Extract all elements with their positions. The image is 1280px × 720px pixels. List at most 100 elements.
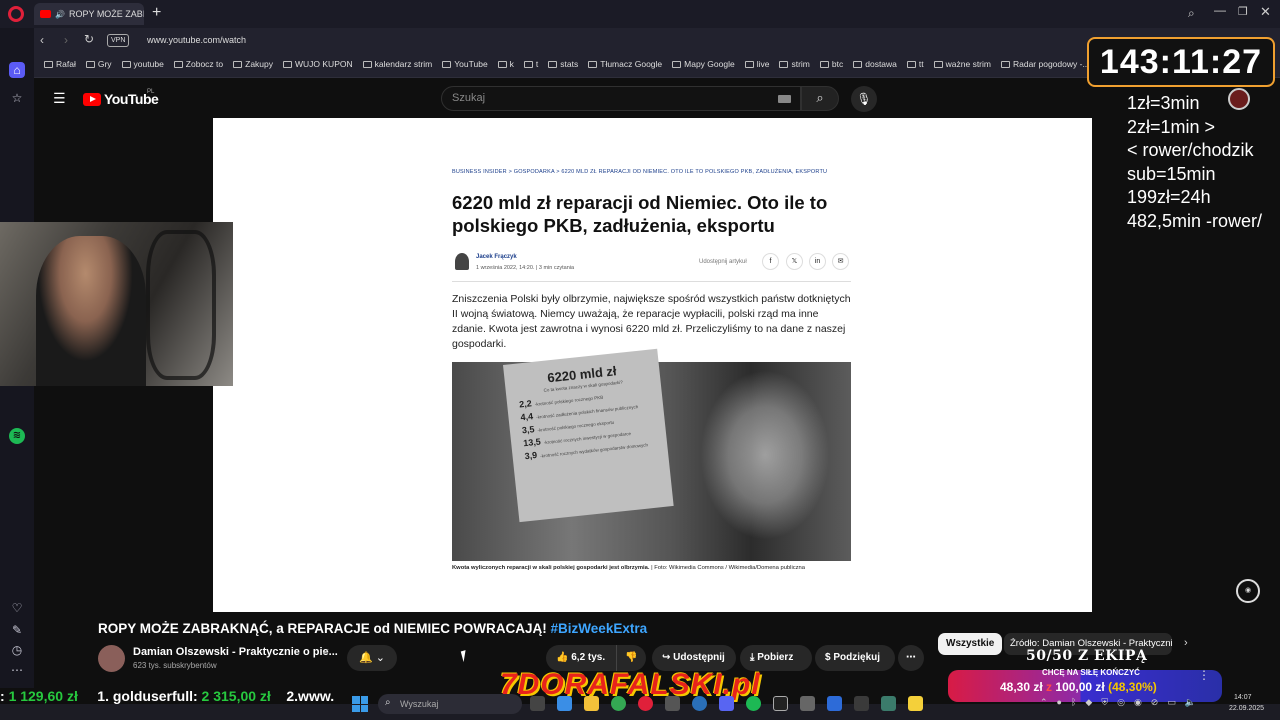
- tray-app-icon[interactable]: ●: [1057, 697, 1062, 708]
- task-view-icon[interactable]: [530, 696, 545, 711]
- article-infocard: 6220 mld zł Co ta kwota znaczy w skali g…: [503, 348, 674, 523]
- opera-taskbar-icon[interactable]: [638, 696, 653, 711]
- bookmark-label: ważne strim: [945, 59, 991, 69]
- bookmark-item[interactable]: stats: [548, 59, 578, 69]
- bookmark-item[interactable]: dostawa: [853, 59, 897, 69]
- windows-start-icon[interactable]: [352, 696, 368, 712]
- heart-icon[interactable]: ♡: [9, 600, 25, 616]
- bookmark-star-icon[interactable]: ☆: [9, 90, 25, 106]
- bookmark-item[interactable]: Tłumacz Google: [588, 59, 662, 69]
- bookmark-item[interactable]: live: [744, 59, 769, 69]
- calculator-icon[interactable]: [800, 696, 815, 711]
- clock-date[interactable]: 22.09.2025: [1229, 705, 1264, 712]
- video-hashtag[interactable]: #BizWeekExtra: [551, 621, 648, 636]
- keyboard-icon[interactable]: [778, 95, 791, 103]
- app-icon-1[interactable]: [557, 696, 572, 711]
- home-icon[interactable]: ⌂: [9, 62, 25, 78]
- infocard-number: 2,2: [518, 398, 533, 410]
- bookmark-item[interactable]: kalendarz strim: [362, 59, 432, 69]
- vpn-badge[interactable]: VPN: [107, 34, 130, 47]
- channel-avatar[interactable]: [98, 645, 125, 672]
- bookmark-item[interactable]: t: [523, 59, 538, 69]
- maximize-window-icon[interactable]: ❐: [1238, 5, 1248, 18]
- more-actions-button[interactable]: ⋯: [898, 645, 924, 671]
- article-author: Jacek Frączyk: [476, 254, 517, 260]
- bookmark-item[interactable]: btc: [819, 59, 843, 69]
- audio-icon[interactable]: 🔊: [55, 10, 65, 19]
- discord-icon[interactable]: [719, 696, 734, 711]
- minimize-window-icon[interactable]: —: [1214, 3, 1226, 17]
- search-input[interactable]: Szukaj: [441, 86, 801, 111]
- chrome-icon[interactable]: [611, 696, 626, 711]
- app-icon-3[interactable]: [692, 696, 707, 711]
- bookmark-item[interactable]: youtube: [121, 59, 164, 69]
- app-icon-6[interactable]: [854, 696, 869, 711]
- video-title: ROPY MOŻE ZABRAKNĄĆ, a REPARACJE od NIEM…: [98, 621, 647, 636]
- file-explorer-icon[interactable]: [584, 696, 599, 711]
- bookmark-item[interactable]: Radar pogodowy -...: [1000, 59, 1090, 69]
- bookmark-item[interactable]: Gry: [85, 59, 112, 69]
- tray-app-icon-3[interactable]: ◉: [1134, 697, 1142, 708]
- app-icon-7[interactable]: [881, 696, 896, 711]
- thanks-button[interactable]: $ Podziękuj: [815, 645, 895, 671]
- new-tab-button[interactable]: +: [152, 4, 161, 22]
- edit-icon[interactable]: ✎: [9, 622, 25, 638]
- search-button[interactable]: ⌕: [801, 86, 839, 111]
- bookmark-item[interactable]: tt: [906, 59, 924, 69]
- spotify-taskbar-icon[interactable]: [746, 696, 761, 711]
- menu-icon[interactable]: ☰: [53, 90, 66, 107]
- clock-time[interactable]: 14:07: [1234, 694, 1252, 701]
- chip-all[interactable]: Wszystkie: [938, 633, 1003, 655]
- active-browser-tab[interactable]: 🔊 ROPY MOŻE ZABRAKNĄĆ: [34, 3, 144, 25]
- back-icon[interactable]: ‹: [40, 33, 44, 47]
- taskbar-search-input[interactable]: Wyszukaj: [378, 694, 522, 714]
- bookmark-item[interactable]: YouTube: [442, 59, 488, 69]
- bookmark-label: tt: [918, 59, 924, 69]
- close-window-icon[interactable]: ✕: [1260, 4, 1271, 20]
- app-icon-8[interactable]: [908, 696, 923, 711]
- search-tabs-icon[interactable]: ⌕: [1188, 6, 1195, 21]
- folder-icon: [85, 60, 95, 68]
- shield-icon[interactable]: ⛨: [1101, 697, 1108, 708]
- more-dots-icon[interactable]: ⋯: [9, 662, 25, 678]
- tray-chevron-icon[interactable]: ⌃: [1040, 697, 1048, 708]
- app-icon-4[interactable]: [773, 696, 788, 711]
- history-clock-icon[interactable]: ◷: [9, 642, 25, 658]
- spotify-icon[interactable]: ≋: [9, 428, 25, 444]
- app-icon-5[interactable]: [827, 696, 842, 711]
- bookmark-item[interactable]: strim: [779, 59, 810, 69]
- channel-name[interactable]: Damian Olszewski - Praktycznie o pie...: [133, 646, 338, 658]
- article-share-label: Udostępnij artykuł: [699, 259, 747, 265]
- facebook-icon: f: [762, 253, 779, 270]
- subathon-timer: 143:11:27: [1087, 37, 1275, 87]
- network-icon[interactable]: ▭: [1167, 697, 1176, 708]
- reload-icon[interactable]: ↻: [84, 32, 94, 46]
- opera-logo-icon[interactable]: [8, 6, 24, 22]
- bookmark-item[interactable]: ważne strim: [933, 59, 991, 69]
- bookmark-item[interactable]: k: [497, 59, 514, 69]
- thanks-label: Podziękuj: [833, 652, 881, 663]
- like-count: 6,2 tys.: [571, 652, 606, 663]
- mail-icon: ✉: [832, 253, 849, 270]
- chevron-right-icon[interactable]: ›: [1184, 637, 1188, 649]
- bookmark-item[interactable]: Mapy Google: [672, 59, 735, 69]
- bookmark-item[interactable]: Rafał: [44, 59, 76, 69]
- mute-icon[interactable]: ⊘: [1151, 697, 1159, 708]
- goal-menu-icon[interactable]: ⋮: [1198, 668, 1210, 682]
- volume-icon[interactable]: 🔈: [1185, 697, 1196, 708]
- bookmark-item[interactable]: Zakupy: [233, 59, 273, 69]
- bluetooth-icon[interactable]: ᛒ: [1071, 697, 1076, 708]
- bookmark-item[interactable]: WUJO KUPON: [283, 59, 353, 69]
- donation-rule-line: 199zł=24h: [1127, 187, 1211, 207]
- bookmark-label: dostawa: [865, 59, 897, 69]
- ticker-user: 1. golduserfull:: [97, 688, 198, 704]
- bookmark-item[interactable]: Zobocz to: [173, 59, 223, 69]
- app-icon-2[interactable]: [665, 696, 680, 711]
- tray-app-icon-2[interactable]: ◆: [1085, 697, 1092, 708]
- forward-icon[interactable]: ›: [64, 33, 68, 47]
- notification-bell-button[interactable]: 🔔 ⌄: [347, 645, 397, 671]
- microphone-icon[interactable]: 🎙: [851, 86, 877, 112]
- steam-icon[interactable]: ◎: [1117, 697, 1125, 708]
- url-field[interactable]: www.youtube.com/watch: [147, 35, 246, 45]
- youtube-play-icon: [83, 92, 101, 106]
